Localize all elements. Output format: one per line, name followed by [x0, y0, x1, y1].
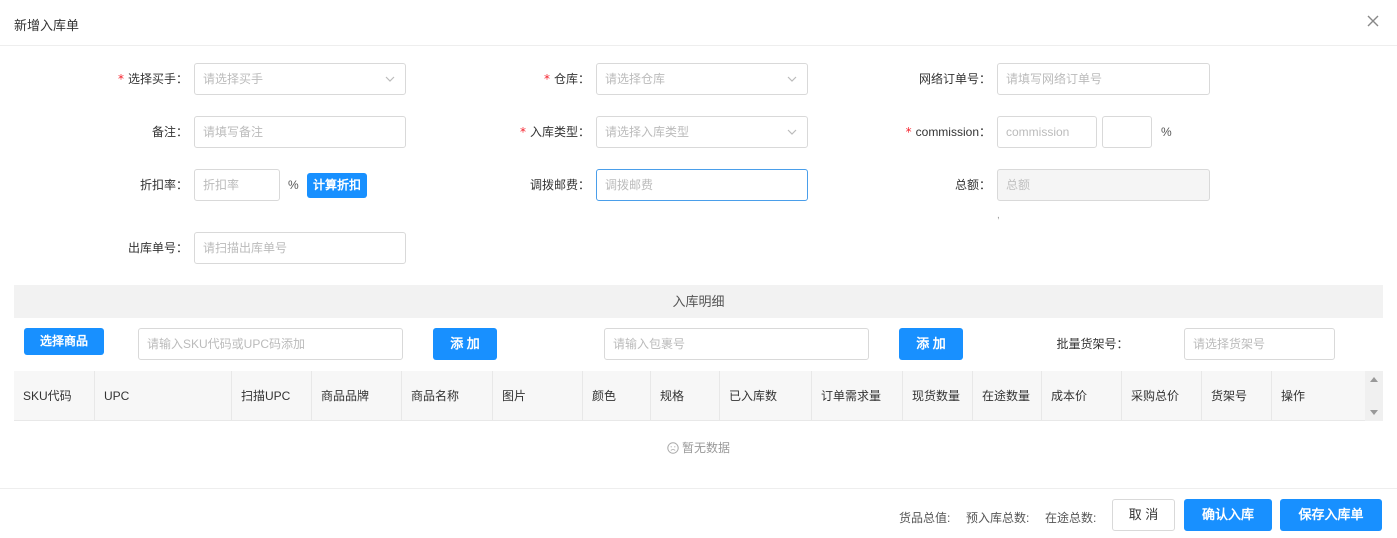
column-header: 订单需求量 [812, 371, 903, 421]
discount-input[interactable]: 折扣率 [194, 169, 280, 201]
add-package-button[interactable]: 添 加 [899, 328, 963, 360]
commission-percent-input[interactable] [1102, 116, 1152, 148]
pre-inbound-total-label: 预入库总数: [966, 511, 1030, 525]
commission-label: * commission： [905, 125, 991, 139]
remark-label: 备注： [151, 125, 188, 139]
column-header: SKU代码 [14, 371, 95, 421]
confirm-inbound-button[interactable]: 确认入库 [1184, 499, 1272, 531]
buyer-select[interactable]: 请选择买手 [194, 63, 406, 95]
in-transit-total-label: 在途总数: [1045, 511, 1097, 525]
add-sku-button[interactable]: 添 加 [433, 328, 497, 360]
footer-divider [0, 488, 1397, 489]
transfer-postage-label: 调拨邮费： [529, 178, 590, 192]
column-header: 扫描UPC [232, 371, 312, 421]
calculate-discount-button[interactable]: 计算折扣 [307, 173, 367, 198]
outbound-no-label: 出库单号： [127, 241, 188, 255]
save-inbound-button[interactable]: 保存入库单 [1280, 499, 1382, 531]
percent-sign: % [1161, 125, 1172, 139]
empty-state: 暂无数据 [0, 439, 1397, 456]
dialog-header: 新增入库单 [0, 0, 1397, 46]
transfer-postage-input[interactable]: 调拨邮费 [596, 169, 808, 201]
commission-input[interactable]: commission [997, 116, 1097, 148]
goods-total-label: 货品总值: [899, 511, 951, 525]
remark-input[interactable]: 请填写备注 [194, 116, 406, 148]
column-header: 已入库数 [720, 371, 812, 421]
column-header: 货架号 [1202, 371, 1272, 421]
percent-sign: % [288, 178, 299, 192]
scroll-down-icon[interactable] [1370, 410, 1378, 415]
total-label: 总额： [954, 178, 991, 192]
column-header: 图片 [493, 371, 583, 421]
column-header: 现货数量 [903, 371, 973, 421]
column-header: 颜色 [583, 371, 651, 421]
dialog-title: 新增入库单 [14, 18, 80, 33]
close-icon[interactable] [1365, 13, 1381, 29]
required-mark: * [543, 72, 550, 86]
total-note: , [997, 210, 1000, 221]
table-header: SKU代码 UPC 扫描UPC 商品品牌 商品名称 图片 颜色 规格 已入库数 … [14, 371, 1365, 421]
required-mark: * [905, 125, 912, 139]
warehouse-label: * 仓库： [543, 72, 590, 86]
inbound-type-select[interactable]: 请选择入库类型 [596, 116, 808, 148]
cancel-button[interactable]: 取 消 [1112, 499, 1175, 531]
batch-shelf-input[interactable]: 请选择货架号 [1184, 328, 1335, 360]
select-goods-button[interactable]: 选择商品 [24, 328, 104, 355]
package-no-input[interactable]: 请输入包裹号 [604, 328, 869, 360]
sku-upc-input[interactable]: 请输入SKU代码或UPC码添加 [138, 328, 403, 360]
table-scrollbar[interactable] [1365, 371, 1383, 421]
chevron-down-icon [787, 64, 797, 94]
inbound-type-label: * 入库类型： [519, 125, 590, 139]
column-header: UPC [95, 371, 232, 421]
discount-label: 折扣率： [139, 178, 188, 192]
detail-section-title: 入库明细 [14, 285, 1383, 318]
column-header: 在途数量 [973, 371, 1042, 421]
column-header: 规格 [651, 371, 720, 421]
column-header: 商品品牌 [312, 371, 402, 421]
batch-shelf-label: 批量货架号： [1056, 337, 1129, 351]
total-input: 总额 [997, 169, 1210, 201]
column-header: 操作 [1281, 389, 1306, 403]
outbound-no-input[interactable]: 请扫描出库单号 [194, 232, 406, 264]
column-header: 商品名称 [402, 371, 493, 421]
warehouse-select[interactable]: 请选择仓库 [596, 63, 808, 95]
online-order-label: 网络订单号： [918, 72, 991, 86]
scroll-up-icon[interactable] [1370, 377, 1378, 382]
required-mark: * [519, 125, 526, 139]
online-order-input[interactable]: 请填写网络订单号 [997, 63, 1210, 95]
chevron-down-icon [787, 117, 797, 147]
column-header: 成本价 [1042, 371, 1122, 421]
buyer-label: * 选择买手： [117, 72, 188, 86]
sad-face-icon [667, 441, 682, 455]
chevron-down-icon [385, 64, 395, 94]
column-header: 采购总价 [1122, 371, 1202, 421]
required-mark: * [117, 72, 124, 86]
